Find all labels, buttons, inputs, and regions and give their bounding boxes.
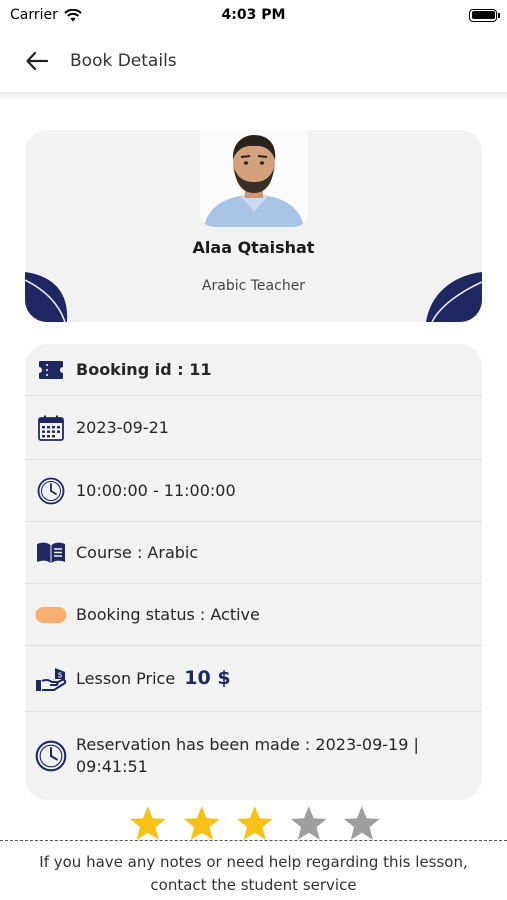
reservation-made-text: Reservation has been made : 2023-09-19 |… (76, 734, 419, 778)
calendar-icon (35, 412, 67, 444)
reservation-line-1: Reservation has been made : 2023-09-19 | (76, 735, 419, 754)
booking-course-row: Course : Arabic (25, 522, 482, 584)
status-left: Carrier (10, 7, 82, 23)
lesson-price-label: Lesson Price (76, 669, 176, 688)
booking-course: Course : Arabic (76, 542, 199, 562)
page-title: Book Details (70, 51, 177, 71)
book-icon (35, 537, 67, 569)
teacher-name: Alaa Qtaishat (192, 238, 315, 257)
leaf-decoration-right (426, 272, 482, 322)
booking-status: Booking status : Active (76, 604, 260, 624)
booking-details-card: Booking id : 11 2023-09-21 10:00:00 - 11… (25, 344, 482, 800)
star-icon[interactable] (289, 804, 329, 844)
booking-id-row: Booking id : 11 (25, 344, 482, 396)
clock-icon (35, 475, 67, 507)
back-arrow-icon (26, 52, 48, 70)
ticket-icon (35, 354, 67, 386)
lesson-price-row: $ Lesson Price 10 $ (25, 646, 482, 712)
star-icon[interactable] (342, 804, 382, 844)
star-rating[interactable] (128, 804, 382, 844)
booking-time-row: 10:00:00 - 11:00:00 (25, 460, 482, 522)
support-note-line-2[interactable]: contact the student service (10, 874, 497, 897)
teacher-avatar (200, 130, 308, 227)
price-hand-icon: $ (35, 663, 67, 695)
carrier-label: Carrier (10, 7, 58, 23)
support-note: If you have any notes or need help regar… (10, 851, 497, 897)
teacher-photo (200, 130, 308, 227)
star-icon[interactable] (128, 804, 168, 844)
star-icon[interactable] (182, 804, 222, 844)
teacher-profile-card: Alaa Qtaishat Arabic Teacher (25, 130, 482, 322)
status-pill-icon (35, 599, 67, 631)
lesson-price-value: 10 $ (184, 667, 231, 689)
battery-icon (469, 8, 500, 22)
support-note-line-1: If you have any notes or need help regar… (39, 853, 468, 871)
clock-icon (35, 740, 67, 772)
svg-text:$: $ (58, 672, 62, 679)
booking-id-label: Booking id : (76, 359, 184, 379)
teacher-role: Arabic Teacher (201, 278, 306, 294)
booking-time-range: 10:00:00 - 11:00:00 (76, 480, 236, 500)
wifi-icon (64, 8, 82, 21)
dashed-divider (0, 840, 507, 841)
lesson-price: Lesson Price 10 $ (76, 667, 231, 690)
booking-id-value: 11 (189, 359, 212, 379)
app-bar-shadow (0, 92, 507, 100)
star-icon[interactable] (235, 804, 275, 844)
reservation-line-2: 09:41:51 (76, 757, 148, 776)
booking-id-text: Booking id : 11 (76, 359, 211, 381)
app-bar: Book Details (0, 30, 507, 92)
booking-date: 2023-09-21 (76, 417, 169, 437)
status-bar: Carrier 4:03 PM (0, 0, 507, 30)
booking-status-row: Booking status : Active (25, 584, 482, 646)
back-button[interactable] (24, 48, 50, 74)
reservation-row: Reservation has been made : 2023-09-19 |… (25, 712, 482, 800)
booking-date-row: 2023-09-21 (25, 396, 482, 460)
